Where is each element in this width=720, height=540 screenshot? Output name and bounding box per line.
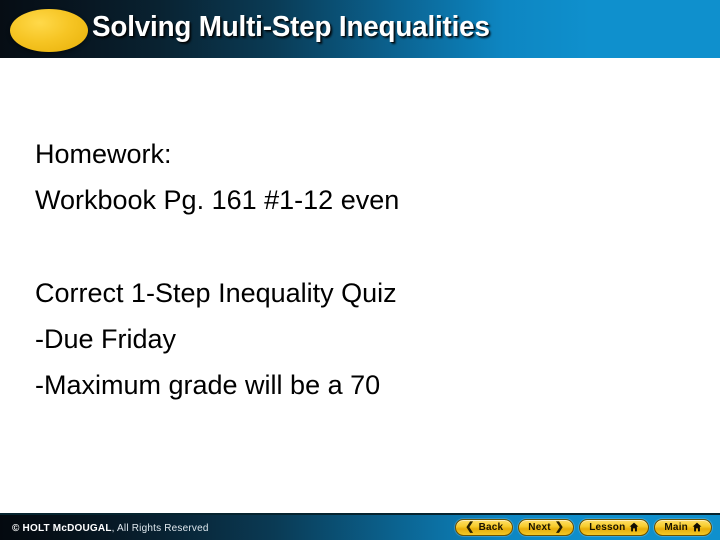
next-button-label: Next	[528, 522, 551, 533]
slide-header-bar: Solving Multi-Step Inequalities	[0, 0, 720, 58]
slide-content-area: Homework: Workbook Pg. 161 #1-12 even Co…	[0, 58, 720, 513]
navigation-button-group: ❮ Back Next ❯ Lesson Main	[455, 519, 712, 536]
quiz-block: Correct 1-Step Inequality Quiz -Due Frid…	[35, 270, 397, 408]
home-icon	[629, 522, 639, 534]
main-button[interactable]: Main	[654, 519, 712, 536]
chevron-left-icon: ❮	[465, 521, 475, 533]
slide-footer-bar: © HOLT McDOUGAL, All Rights Reserved ❮ B…	[0, 513, 720, 540]
lesson-button[interactable]: Lesson	[579, 519, 650, 536]
homework-heading: Homework:	[35, 139, 172, 169]
copyright-brand: © HOLT McDOUGAL	[12, 523, 112, 534]
copyright-notice: © HOLT McDOUGAL, All Rights Reserved	[12, 523, 209, 534]
lesson-button-label: Lesson	[589, 522, 626, 533]
chevron-right-icon: ❯	[554, 521, 565, 533]
quiz-heading: Correct 1-Step Inequality Quiz	[35, 278, 397, 308]
homework-block: Homework: Workbook Pg. 161 #1-12 even	[35, 131, 399, 223]
page-title: Solving Multi-Step Inequalities	[92, 11, 490, 43]
home-icon	[692, 522, 702, 534]
next-button[interactable]: Next ❯	[518, 519, 575, 536]
main-button-label: Main	[664, 522, 688, 533]
back-button[interactable]: ❮ Back	[455, 519, 514, 536]
homework-assignment: Workbook Pg. 161 #1-12 even	[35, 185, 400, 215]
copyright-rights: , All Rights Reserved	[111, 523, 209, 534]
header-decorative-ellipse	[10, 9, 88, 52]
quiz-due-date: -Due Friday	[35, 324, 177, 354]
back-button-label: Back	[478, 522, 504, 533]
quiz-max-grade: -Maximum grade will be a 70	[35, 370, 381, 400]
